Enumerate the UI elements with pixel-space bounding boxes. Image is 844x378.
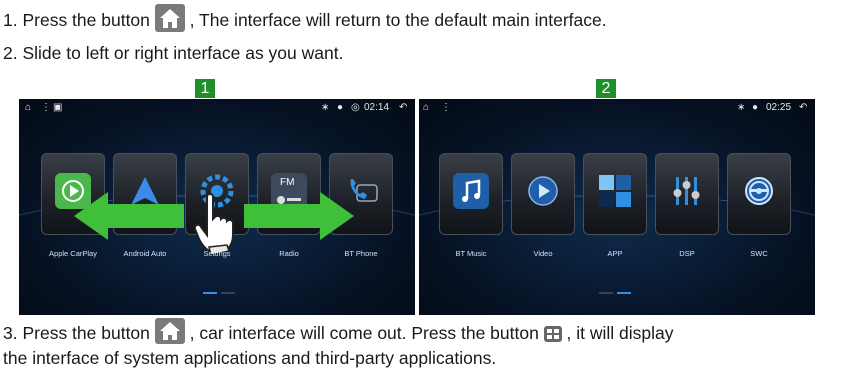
swipe-right-arrow bbox=[244, 192, 354, 240]
location-icon: ● bbox=[337, 102, 344, 113]
page-indicator-inactive bbox=[599, 292, 613, 294]
instruction-step-1: 1. Press the button , The interface will… bbox=[3, 4, 607, 33]
instruction-step-2: 2. Slide to left or right interface as y… bbox=[3, 43, 344, 63]
app-tile[interactable] bbox=[583, 153, 647, 235]
android-auto-label: Android Auto bbox=[123, 249, 167, 258]
page-indicator-active bbox=[617, 292, 631, 294]
screen-1-statusbar: ⌂ ⋮ ▣ ∗ ● ◎ 02:14 ↶ bbox=[19, 99, 415, 117]
back-icon[interactable]: ↶ bbox=[799, 102, 807, 113]
menu-dots-icon[interactable]: ⋮ bbox=[41, 102, 51, 113]
settings-label: Settings bbox=[203, 249, 231, 258]
menu-dots-icon[interactable]: ⋮ bbox=[441, 102, 451, 113]
clock-time: 02:14 bbox=[364, 102, 390, 113]
step1-text-a: 1. Press the button bbox=[3, 10, 155, 30]
fm-label: FM bbox=[280, 177, 295, 188]
bluetooth-icon: ∗ bbox=[737, 102, 746, 113]
step3-text-a: 3. Press the button bbox=[3, 323, 155, 343]
instruction-step-3: 3. Press the button , car interface will… bbox=[3, 318, 674, 345]
video-play-icon bbox=[525, 173, 561, 209]
equalizer-icon bbox=[669, 173, 705, 209]
bt-phone-label: BT Phone bbox=[344, 249, 378, 258]
step3-text-c: , it will display bbox=[561, 323, 674, 343]
apple-carplay-label: Apple CarPlay bbox=[49, 249, 97, 258]
location-icon: ● bbox=[752, 102, 759, 113]
home-icon[interactable]: ⌂ bbox=[423, 102, 429, 113]
bt-music-tile[interactable] bbox=[439, 153, 503, 235]
app-label: APP bbox=[607, 249, 623, 258]
gallery-icon[interactable]: ▣ bbox=[53, 102, 62, 113]
screen-2-statusbar: ⌂ ⋮ ∗ ● 02:25 ↶ bbox=[419, 99, 815, 117]
home-button-icon bbox=[154, 4, 185, 33]
app-grid-button-icon bbox=[543, 326, 562, 343]
home-button-icon bbox=[154, 318, 185, 345]
radio-label: Radio bbox=[279, 249, 299, 258]
bluetooth-icon: ∗ bbox=[321, 102, 330, 113]
screen-2: ⌂ ⋮ ∗ ● 02:25 ↶ BT Music Video APP DSP S… bbox=[419, 99, 815, 315]
screen-2-marker: 2 bbox=[596, 79, 616, 98]
app-grid-icon bbox=[597, 173, 633, 209]
bt-music-label: BT Music bbox=[455, 249, 487, 258]
step1-text-b: , The interface will return to the defau… bbox=[184, 10, 607, 30]
video-tile[interactable] bbox=[511, 153, 575, 235]
hotspot-icon: ◎ bbox=[351, 102, 360, 113]
step3-text-b: , car interface will come out. Press the… bbox=[184, 323, 544, 343]
dsp-label: DSP bbox=[679, 249, 695, 258]
home-icon[interactable]: ⌂ bbox=[25, 102, 31, 113]
pointing-hand-icon bbox=[193, 193, 234, 256]
page-indicator-active bbox=[203, 292, 217, 294]
page-indicator-inactive bbox=[221, 292, 235, 294]
dsp-tile[interactable] bbox=[655, 153, 719, 235]
screen-1-marker: 1 bbox=[195, 79, 215, 98]
back-icon[interactable]: ↶ bbox=[399, 102, 407, 113]
instruction-step-3-cont: the interface of system applications and… bbox=[3, 348, 497, 368]
steering-wheel-icon bbox=[741, 173, 777, 209]
swipe-left-arrow bbox=[74, 192, 184, 240]
music-note-icon bbox=[453, 173, 489, 209]
screen-1: ⌂ ⋮ ▣ ∗ ● ◎ 02:14 ↶ FM Apple CarPlay And… bbox=[19, 99, 415, 315]
swc-tile[interactable] bbox=[727, 153, 791, 235]
clock-time: 02:25 bbox=[766, 102, 792, 113]
video-label: Video bbox=[533, 249, 553, 258]
swc-label: SWC bbox=[750, 249, 768, 258]
